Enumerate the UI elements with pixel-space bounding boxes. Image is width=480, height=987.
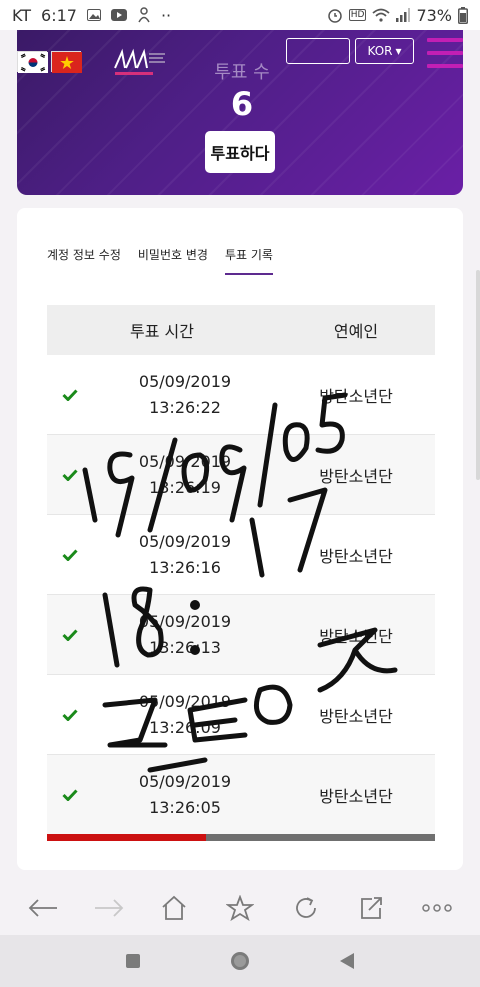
artist-cell: 방탄소년단 bbox=[319, 706, 393, 726]
browser-toolbar bbox=[0, 880, 480, 935]
vote-date: 05/09/2019 bbox=[138, 531, 232, 551]
clock: 6:17 bbox=[41, 5, 77, 25]
alarm-icon bbox=[327, 7, 343, 23]
youtube-icon bbox=[110, 9, 127, 21]
vote-time-cell: 05/09/2019 13:26:13 bbox=[93, 609, 277, 661]
vote-time-cell: 05/09/2019 13:26:16 bbox=[93, 529, 277, 581]
vote-time: 13:26:13 bbox=[149, 637, 221, 657]
table-row: 05/09/2019 13:26:22 방탄소년단 bbox=[47, 355, 435, 435]
vote-time: 13:26:16 bbox=[149, 557, 221, 577]
bixby-icon bbox=[137, 7, 151, 23]
vote-time: 13:26:19 bbox=[149, 477, 221, 497]
more-icon[interactable] bbox=[417, 888, 457, 928]
battery-percent: 73% bbox=[416, 5, 452, 25]
hamburger-menu-icon[interactable] bbox=[427, 38, 463, 68]
forward-icon[interactable] bbox=[89, 888, 129, 928]
system-nav-bar bbox=[0, 935, 480, 987]
vote-button[interactable]: 투표하다 bbox=[205, 131, 275, 173]
check-icon bbox=[47, 628, 93, 641]
vote-count-label: 투표 수 bbox=[214, 62, 270, 83]
table-row: 05/09/2019 13:26:16 방탄소년단 bbox=[47, 515, 435, 595]
artist-cell: 방탄소년단 bbox=[319, 466, 393, 486]
wifi-icon bbox=[372, 8, 391, 22]
chevron-down-icon: ▾ bbox=[395, 44, 402, 58]
vote-time: 13:26:09 bbox=[149, 717, 221, 737]
account-button[interactable] bbox=[286, 38, 350, 64]
vote-time-cell: 05/09/2019 13:26:09 bbox=[93, 689, 277, 741]
check-icon bbox=[47, 548, 93, 561]
language-flags bbox=[17, 51, 82, 73]
tab-vote-history[interactable]: 투표 기록 bbox=[224, 246, 273, 275]
tab-edit-account[interactable]: 계정 정보 수정 bbox=[47, 246, 121, 275]
artist-cell: 방탄소년단 bbox=[319, 546, 393, 566]
check-icon bbox=[47, 388, 93, 401]
table-header: 투표 시간 연예인 bbox=[47, 305, 435, 355]
table-row: 05/09/2019 13:26:09 방탄소년단 bbox=[47, 675, 435, 755]
language-value: KOR bbox=[367, 44, 393, 58]
status-left: KT 6:17 ·· bbox=[12, 6, 171, 25]
artist-cell: 방탄소년단 bbox=[319, 386, 393, 406]
reload-icon[interactable] bbox=[286, 888, 326, 928]
signal-icon bbox=[396, 8, 411, 22]
share-icon[interactable] bbox=[351, 888, 391, 928]
artist-cell: 방탄소년단 bbox=[319, 626, 393, 646]
scroll-progress-bar[interactable] bbox=[47, 834, 435, 841]
vote-header: 투표 수 6 투표하다 KOR ▾ bbox=[17, 30, 463, 195]
vote-time-cell: 05/09/2019 13:26:22 bbox=[93, 369, 277, 421]
vote-time: 13:26:05 bbox=[149, 797, 221, 817]
artist-cell: 방탄소년단 bbox=[319, 786, 393, 806]
vote-date: 05/09/2019 bbox=[138, 611, 232, 631]
home-circle-icon[interactable] bbox=[220, 941, 260, 981]
language-select[interactable]: KOR ▾ bbox=[355, 38, 414, 64]
column-artist: 연예인 bbox=[333, 322, 379, 341]
scroll-progress-fill bbox=[47, 834, 207, 841]
vote-time-cell: 05/09/2019 13:26:05 bbox=[93, 769, 277, 821]
back-icon[interactable] bbox=[23, 888, 63, 928]
home-icon[interactable] bbox=[154, 888, 194, 928]
check-icon bbox=[47, 788, 93, 801]
more-notifications: ·· bbox=[160, 5, 172, 25]
table-row: 05/09/2019 13:26:19 방탄소년단 bbox=[47, 435, 435, 515]
column-vote-time: 투표 시간 bbox=[130, 322, 194, 341]
page-scrollbar[interactable] bbox=[476, 270, 480, 480]
aaa-logo[interactable] bbox=[113, 44, 167, 80]
bookmark-icon[interactable] bbox=[220, 888, 260, 928]
hd-icon: HD bbox=[348, 9, 367, 21]
battery-icon bbox=[458, 6, 468, 24]
recents-icon[interactable] bbox=[113, 941, 153, 981]
table-body: 05/09/2019 13:26:22 방탄소년단 05/09/2019 13:26:1… bbox=[47, 355, 435, 835]
table-row: 05/09/2019 13:26:13 방탄소년단 bbox=[47, 595, 435, 675]
vote-history-card: 계정 정보 수정 비밀번호 변경 투표 기록 투표 시간 연예인 05/09/2… bbox=[17, 208, 463, 870]
vote-count: 6 bbox=[230, 85, 254, 123]
check-icon bbox=[47, 468, 93, 481]
gallery-icon bbox=[86, 9, 101, 21]
carrier-label: KT bbox=[12, 5, 32, 25]
vote-time-cell: 05/09/2019 13:26:19 bbox=[93, 449, 277, 501]
check-icon bbox=[47, 708, 93, 721]
vote-time: 13:26:22 bbox=[149, 397, 221, 417]
vote-date: 05/09/2019 bbox=[138, 371, 232, 391]
korea-flag-icon[interactable] bbox=[17, 51, 48, 73]
status-bar: KT 6:17 ·· HD 73% bbox=[0, 0, 480, 30]
vote-date: 05/09/2019 bbox=[138, 771, 232, 791]
vote-date: 05/09/2019 bbox=[138, 691, 232, 711]
status-right: HD 73% bbox=[327, 6, 468, 25]
vietnam-flag-icon[interactable] bbox=[51, 51, 82, 73]
account-tabs: 계정 정보 수정 비밀번호 변경 투표 기록 bbox=[47, 246, 273, 275]
tab-change-password[interactable]: 비밀번호 변경 bbox=[138, 246, 208, 275]
vote-history-table: 투표 시간 연예인 05/09/2019 13:26:22 방탄소년단 05/09/2… bbox=[47, 305, 435, 835]
back-triangle-icon[interactable] bbox=[327, 941, 367, 981]
vote-date: 05/09/2019 bbox=[138, 451, 232, 471]
table-row: 05/09/2019 13:26:05 방탄소년단 bbox=[47, 755, 435, 835]
